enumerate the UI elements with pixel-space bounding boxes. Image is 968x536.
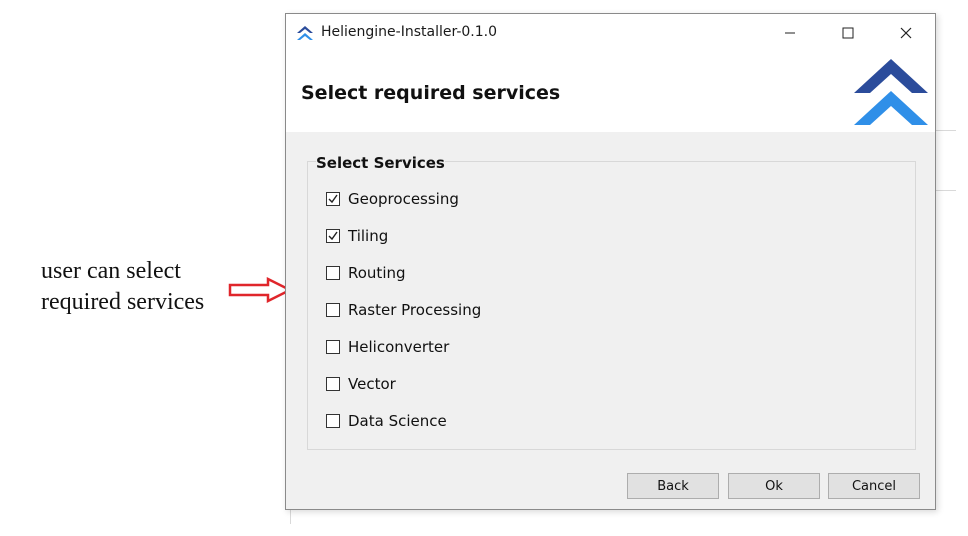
annotation-line: user can select: [41, 258, 181, 284]
minimize-button[interactable]: [761, 14, 819, 52]
checkbox[interactable]: [326, 192, 340, 206]
checkbox[interactable]: [326, 266, 340, 280]
service-label: Heliconverter: [348, 338, 450, 356]
service-vector[interactable]: Vector: [326, 373, 396, 395]
checkbox[interactable]: [326, 340, 340, 354]
arrow-right-icon: [228, 277, 292, 303]
service-tiling[interactable]: Tiling: [326, 225, 388, 247]
title-bar[interactable]: Heliengine-Installer-0.1.0: [286, 14, 935, 52]
service-routing[interactable]: Routing: [326, 262, 406, 284]
service-label: Data Science: [348, 412, 447, 430]
service-label: Routing: [348, 264, 406, 282]
brand-logo: [854, 59, 928, 125]
background-divider: [936, 130, 956, 131]
close-button[interactable]: [877, 14, 935, 52]
checkbox[interactable]: [326, 303, 340, 317]
background-divider: [290, 510, 291, 524]
window-title: Heliengine-Installer-0.1.0: [321, 24, 498, 40]
minimize-icon: [785, 32, 795, 34]
maximize-button[interactable]: [819, 14, 877, 52]
back-button[interactable]: Back: [627, 473, 719, 499]
service-geoprocessing[interactable]: Geoprocessing: [326, 188, 459, 210]
annotation-text: user can select required services: [41, 256, 241, 318]
background-divider: [936, 190, 956, 191]
service-label: Raster Processing: [348, 301, 482, 319]
services-group-title: Select Services: [316, 154, 445, 172]
service-label: Tiling: [348, 227, 389, 245]
checkbox[interactable]: [326, 229, 340, 243]
ok-button[interactable]: Ok: [728, 473, 820, 499]
checkmark-icon: [328, 194, 338, 204]
cancel-button[interactable]: Cancel: [828, 473, 920, 499]
page-title: Select required services: [301, 82, 561, 104]
close-icon: [900, 27, 912, 39]
maximize-icon: [842, 27, 854, 39]
service-raster-processing[interactable]: Raster Processing: [326, 299, 481, 321]
app-logo-icon: [297, 26, 313, 40]
annotation-line: required services: [41, 289, 205, 315]
checkmark-icon: [328, 231, 338, 241]
service-label: Vector: [348, 375, 396, 393]
checkbox[interactable]: [326, 414, 340, 428]
installer-dialog: Heliengine-Installer-0.1.0 Select requir…: [285, 13, 936, 510]
checkbox[interactable]: [326, 377, 340, 391]
service-label: Geoprocessing: [348, 190, 459, 208]
service-heliconverter[interactable]: Heliconverter: [326, 336, 449, 358]
service-data-science[interactable]: Data Science: [326, 410, 447, 432]
page-header: Select required services: [286, 52, 935, 132]
